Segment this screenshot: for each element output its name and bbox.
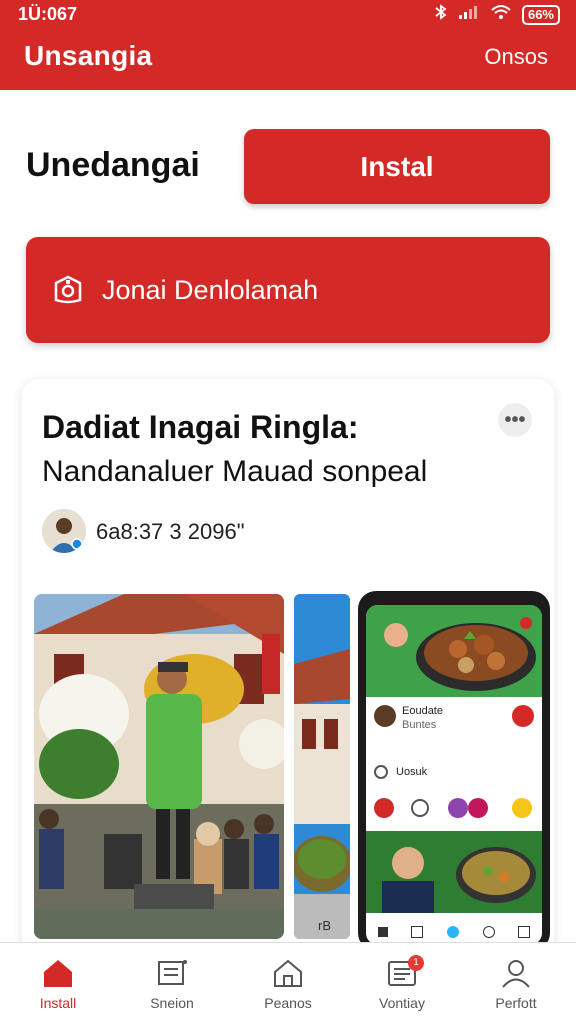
news-icon [158, 960, 187, 985]
camera-shield-icon [54, 275, 82, 304]
post-card[interactable]: Dadiat Inagai Ringla: Nandanaluer Mauad … [22, 379, 554, 979]
nav-item-peanos[interactable]: Peanos [238, 957, 338, 1011]
nav-label: Install [39, 995, 77, 1011]
install-button[interactable]: Instal [244, 129, 550, 204]
bluetooth-icon [434, 3, 448, 26]
bottom-nav: Install Sneion Peanos 1 Vontiay Perfott [0, 942, 576, 1025]
status-time: 1Ü:067 [18, 4, 78, 24]
phone-row-sub: Buntes [402, 719, 437, 731]
nav-label: Sneion [150, 995, 194, 1011]
post-subtitle: Nandanaluer Mauad sonpeal [42, 455, 428, 488]
phone-heart-icon [512, 705, 534, 727]
app-bar: 1Ü:067 66% Unsangia Onsos [0, 0, 576, 90]
avatar[interactable] [42, 509, 86, 553]
phone-row-name: Eoudate [402, 705, 443, 717]
nav-label: Perfott [495, 995, 537, 1011]
phone-reaction-row [374, 797, 534, 819]
status-icons: 66% [434, 3, 560, 26]
nav-item-perfott[interactable]: Perfott [466, 957, 566, 1011]
app-title: Unsangia [24, 40, 153, 71]
battery-icon: 66% [521, 4, 560, 25]
post-photo-main[interactable] [34, 594, 284, 939]
appbar-action-button[interactable]: Onsos [484, 44, 548, 70]
more-options-icon[interactable]: ••• [498, 403, 532, 437]
wifi-icon [490, 4, 512, 25]
promo-label: Jonai Denlolamah [102, 274, 319, 305]
phone-row-label: Uosuk [396, 766, 428, 778]
profile-icon [502, 960, 530, 988]
photo-tag: rB [318, 918, 331, 933]
food-image [366, 605, 542, 697]
post-meta: 6a8:37 3 2096" [96, 519, 245, 544]
phone-clock-icon [374, 765, 388, 779]
phone-mockup-image[interactable]: Eoudate Buntes Uosuk [358, 591, 550, 951]
signal-icon [458, 4, 480, 25]
nav-item-install[interactable]: Install [8, 957, 108, 1011]
phone-avatar [374, 705, 396, 727]
nav-label: Vontiay [379, 995, 425, 1011]
page-headline: Unedangai [26, 146, 200, 184]
phone-nav [366, 921, 542, 943]
phone-video-thumb [366, 831, 542, 913]
nav-item-vontiay[interactable]: 1 Vontiay [352, 955, 452, 1011]
home-icon [44, 960, 72, 987]
post-title: Dadiat Inagai Ringla: [42, 409, 359, 445]
main-content: Unedangai Instal Jonai Denlolamah Dadiat… [0, 90, 576, 979]
status-bar: 1Ü:067 66% [0, 0, 576, 30]
nav-item-sneion[interactable]: Sneion [122, 957, 222, 1011]
phone-screen: Eoudate Buntes Uosuk [366, 605, 542, 945]
promo-button[interactable]: Jonai Denlolamah [26, 237, 550, 343]
notification-badge: 1 [408, 955, 424, 971]
house-outline-icon [274, 959, 302, 987]
post-photo-secondary[interactable]: rB [294, 594, 350, 939]
nav-label: Peanos [264, 995, 312, 1011]
